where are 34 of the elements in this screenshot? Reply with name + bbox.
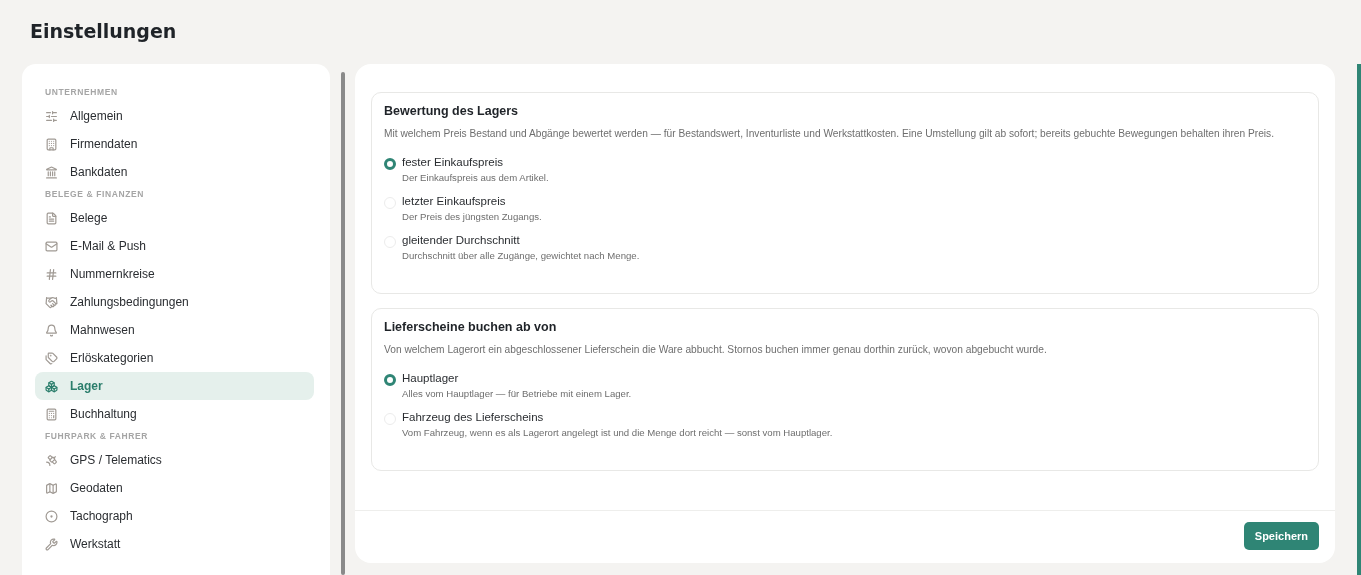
option-hint: Der Einkaufspreis aus dem Artikel. [402,172,549,183]
section-heading: FUHRPARK & FAHRER [44,431,150,441]
sidebar-item[interactable]: Erlöskategorien [35,344,314,372]
section-heading: UNTERNEHMEN [44,87,119,97]
sidebar-item[interactable]: GPS / Telematics [35,446,314,474]
sidebar-item[interactable]: Geodaten [35,474,314,502]
sidebar-item[interactable]: Allgemein [35,102,314,130]
sidebar-item[interactable]: Firmendaten [35,130,314,158]
sidebar-item[interactable]: Mahnwesen [35,316,314,344]
card-description: Von welchem Lagerort ein abgeschlossener Lieferschein die Ware abbucht. Stornos buchen immer genau dorthin zurück, wovon abgebucht wurde. [384,343,1048,357]
sidebar-item[interactable]: Buchhaltung [35,400,314,428]
sidebar-item[interactable]: E-Mail & Push [35,232,314,260]
save-button[interactable]: Speichern [1243,522,1319,550]
sidebar-item[interactable]: Bankdaten [35,158,314,186]
section-heading: BELEGE & FINANZEN [44,189,145,199]
option-hint: Vom Fahrzeug, wenn es als Lagerort angelegt ist und die Menge dort reicht — sonst vom Hauptlager. [402,427,833,438]
option-label: letzter Einkaufspreis [402,195,507,207]
option-label: fester Einkaufspreis [402,156,504,168]
card-title: Lieferscheine buchen ab von [384,320,558,334]
sidebar-item[interactable]: Tachograph [35,502,314,530]
sidebar-item[interactable]: Lager [35,372,314,400]
option-hint: Der Preis des jüngsten Zugangs. [402,211,542,222]
option-label: gleitender Durchschnitt [402,234,521,246]
option-hint: Durchschnitt über alle Zugänge, gewichtet nach Menge. [402,250,640,261]
sidebar-item[interactable]: Belege [35,204,314,232]
sidebar-item[interactable]: Zahlungsbedingungen [35,288,314,316]
option-hint: Alles vom Hauptlager — für Betriebe mit einem Lager. [402,388,632,399]
page-title: Einstellungen [30,20,178,42]
card-description: Mit welchem Preis Bestand und Abgänge bewertet werden — für Bestandswert, Inventurliste und Werkstattkosten. Eine Umstellung gilt ab sofort; bereits gebuchte Bewegungen behalten ihren Preis. [384,127,1275,141]
option-label: Hauptlager [402,372,460,384]
sidebar-item[interactable]: Nummernkreise [35,260,314,288]
sidebar-item[interactable]: Werkstatt [35,530,314,558]
option-label: Fahrzeug des Lieferscheins [402,411,545,423]
card-title: Bewertung des Lagers [384,104,520,118]
